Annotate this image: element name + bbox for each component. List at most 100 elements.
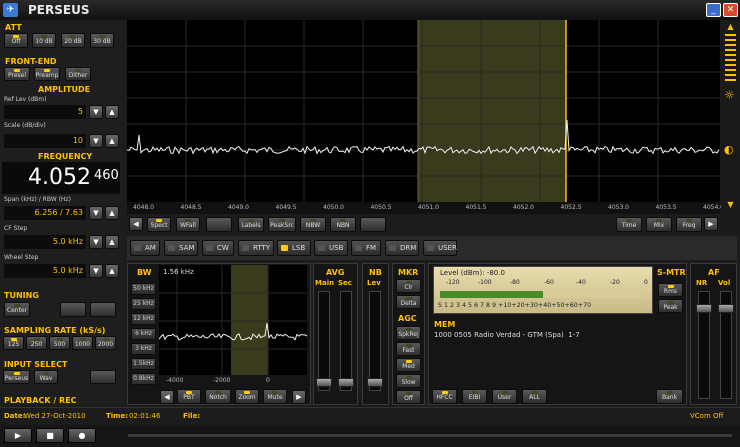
smtr-peak-button[interactable]: Peak xyxy=(658,299,683,313)
bw-0.8khz-button[interactable]: 0.8kHz xyxy=(131,373,156,385)
sampling-2000-button[interactable]: 2000 xyxy=(95,336,116,350)
spect-button[interactable]: Spect xyxy=(147,217,171,232)
nbn-button[interactable]: NBN xyxy=(330,217,356,232)
mute-button[interactable]: Mute xyxy=(263,389,287,404)
input-button-3[interactable] xyxy=(90,370,116,384)
mem-user-button[interactable]: User xyxy=(492,389,517,404)
mode-am-button[interactable]: AM xyxy=(130,240,160,256)
wheel-step-value[interactable]: 5.0 kHz xyxy=(4,264,86,278)
volume-slider[interactable] xyxy=(718,291,734,399)
nb-level-slider[interactable] xyxy=(367,291,383,391)
scale-up-button[interactable]: ▲ xyxy=(105,134,119,148)
ref-level-up-button[interactable]: ▲ xyxy=(105,105,119,119)
smtr-rms-button[interactable]: Rms xyxy=(658,283,683,297)
pbt-button[interactable]: PBT xyxy=(177,389,201,404)
playback-progress-track[interactable] xyxy=(127,433,733,438)
mkr-delta-button[interactable]: Delta xyxy=(396,295,421,309)
agc-med-button[interactable]: Med xyxy=(396,358,421,372)
play-button[interactable]: ▶ xyxy=(4,428,32,443)
tuning-center-button[interactable]: Center xyxy=(4,302,30,317)
agc-slow-button[interactable]: Slow xyxy=(396,374,421,388)
scroll-left-button[interactable]: ◀ xyxy=(129,217,143,231)
dither-button[interactable]: Dither xyxy=(65,67,91,81)
notch-button[interactable]: Notch xyxy=(205,389,231,404)
mode-fm-button[interactable]: FM xyxy=(351,240,381,256)
att-off-button[interactable]: Off xyxy=(4,33,28,48)
att-20db-button[interactable]: 20 dB xyxy=(61,33,85,48)
nr-slider[interactable] xyxy=(696,291,712,399)
bw-3khz-button[interactable]: 3 kHz xyxy=(131,343,156,355)
scroll-down-arrow[interactable]: ▼ xyxy=(724,200,737,210)
right-scroll-bar[interactable]: ▲ ☼ ◐ ▼ xyxy=(721,20,740,232)
mem-all-button[interactable]: ALL xyxy=(522,389,547,404)
scale-value[interactable]: 10 xyxy=(4,134,86,148)
agc-spkrej-button[interactable]: SpkRej xyxy=(396,326,421,340)
span-down-button[interactable]: ▼ xyxy=(89,206,103,220)
bw-display[interactable]: 1.56 kHz xyxy=(159,265,307,375)
scroll-up-arrow[interactable]: ▲ xyxy=(724,22,737,32)
mode-cw-button[interactable]: CW xyxy=(202,240,234,256)
bw-12khz-button[interactable]: 12 kHz xyxy=(131,313,156,325)
att-30db-button[interactable]: 30 dB xyxy=(90,33,114,48)
cf-step-down-button[interactable]: ▼ xyxy=(89,235,103,249)
slider-knob[interactable] xyxy=(338,378,354,387)
sampling-500-button[interactable]: 500 xyxy=(49,336,70,350)
wheel-step-up-button[interactable]: ▲ xyxy=(105,264,119,278)
att-10db-button[interactable]: 10 dB xyxy=(32,33,56,48)
record-button[interactable]: ● xyxy=(68,428,96,443)
avg-main-slider[interactable] xyxy=(316,291,332,391)
minimize-button[interactable]: _ xyxy=(706,3,721,17)
preamp-button[interactable]: Preamp xyxy=(34,67,60,81)
blank-button-1[interactable] xyxy=(206,217,232,232)
cf-step-up-button[interactable]: ▲ xyxy=(105,235,119,249)
slider-knob[interactable] xyxy=(696,304,712,313)
blank-button-2[interactable] xyxy=(360,217,386,232)
slider-knob[interactable] xyxy=(718,304,734,313)
span-value[interactable]: 6.256 / 7.63 xyxy=(4,206,86,220)
mode-user-button[interactable]: USER xyxy=(423,240,457,256)
avg-sec-slider[interactable] xyxy=(338,291,354,391)
close-button[interactable]: ✕ xyxy=(723,3,738,17)
bw-50khz-button[interactable]: 50 kHz xyxy=(131,283,156,295)
mode-rtty-button[interactable]: RTTY xyxy=(238,240,274,256)
presel-button[interactable]: Presel xyxy=(4,67,30,81)
scale-down-button[interactable]: ▼ xyxy=(89,134,103,148)
frequency-display[interactable]: 4.052 460 xyxy=(2,162,120,194)
spectrum-display[interactable] xyxy=(127,20,720,202)
mem-hfcc-button[interactable]: HFCC xyxy=(432,389,457,404)
agc-fast-button[interactable]: Fast xyxy=(396,342,421,356)
mode-drm-button[interactable]: DRM xyxy=(385,240,419,256)
wfall-button[interactable]: WFall xyxy=(176,217,200,232)
peaksrc-button[interactable]: PeakSrc xyxy=(268,217,296,232)
nbw-button[interactable]: NBW xyxy=(300,217,326,232)
cf-step-value[interactable]: 5.0 kHz xyxy=(4,235,86,249)
bw-left-button[interactable]: ◀ xyxy=(160,390,174,404)
slider-knob[interactable] xyxy=(316,378,332,387)
input-perseus-button[interactable]: Perseus xyxy=(3,370,30,384)
span-up-button[interactable]: ▲ xyxy=(105,206,119,220)
sampling-125-button[interactable]: 125 xyxy=(3,336,24,350)
agc-off-button[interactable]: Off xyxy=(396,390,421,404)
scroll-right-button[interactable]: ▶ xyxy=(704,217,718,231)
tuning-button-2[interactable] xyxy=(60,302,86,317)
stop-button[interactable]: ■ xyxy=(36,428,64,443)
freq-button[interactable]: Freq xyxy=(676,217,702,232)
mode-usb-button[interactable]: USB xyxy=(314,240,348,256)
ref-level-value[interactable]: 5 xyxy=(4,105,86,119)
tuning-button-3[interactable] xyxy=(90,302,116,317)
mix-button[interactable]: Mix xyxy=(646,217,672,232)
contrast-icon[interactable]: ◐ xyxy=(724,143,734,156)
mem-entry[interactable]: 1000 0505 Radio Verdad - GTM (Spa) 1-7 xyxy=(434,331,580,339)
slider-knob[interactable] xyxy=(367,378,383,387)
ref-level-down-button[interactable]: ▼ xyxy=(89,105,103,119)
bw-right-button[interactable]: ▶ xyxy=(292,390,306,404)
mode-sam-button[interactable]: SAM xyxy=(164,240,198,256)
wheel-step-down-button[interactable]: ▼ xyxy=(89,264,103,278)
bw-1.5khz-button[interactable]: 1.5kHz xyxy=(131,358,156,370)
mkr-clr-button[interactable]: Clr xyxy=(396,279,421,293)
brightness-icon[interactable]: ☼ xyxy=(724,88,735,102)
bw-6khz-button[interactable]: 6 kHz xyxy=(131,328,156,340)
labels-button[interactable]: Labels xyxy=(238,217,264,232)
bw-25khz-button[interactable]: 25 kHz xyxy=(131,298,156,310)
level-slider-track[interactable] xyxy=(725,34,736,82)
